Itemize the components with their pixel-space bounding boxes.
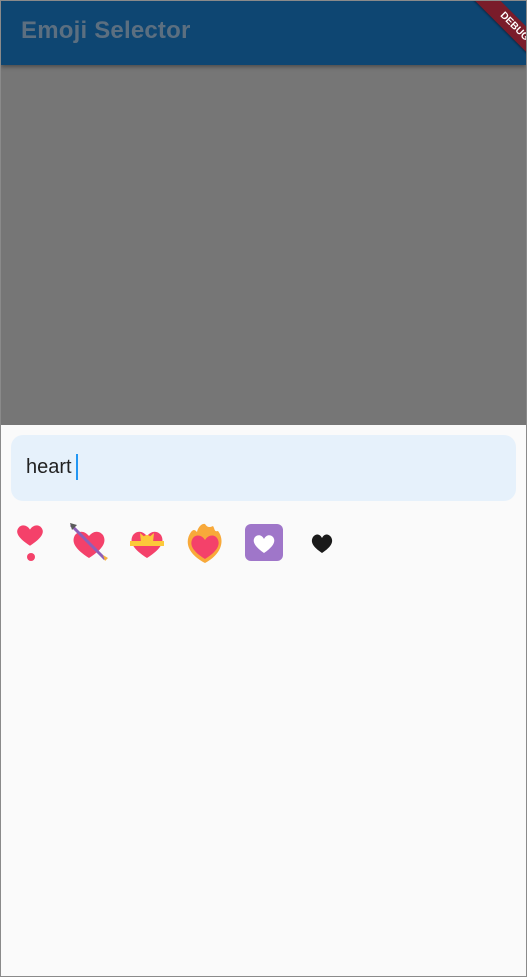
heart-with-ribbon-icon[interactable] bbox=[127, 522, 171, 566]
black-heart-icon[interactable] bbox=[301, 522, 345, 566]
app-title: Emoji Selector bbox=[21, 17, 191, 44]
debug-banner-container: DEBUG bbox=[456, 1, 526, 71]
app-frame: Emoji Selector DEBUG heart bbox=[0, 0, 527, 977]
text-cursor bbox=[76, 454, 78, 480]
heart-decoration-icon[interactable] bbox=[243, 522, 287, 566]
search-input[interactable]: heart bbox=[11, 435, 516, 501]
heart-on-fire-icon[interactable] bbox=[185, 522, 229, 566]
search-input-value: heart bbox=[26, 456, 72, 478]
emoji-bottom-sheet: heart bbox=[1, 425, 526, 976]
modal-scrim[interactable] bbox=[1, 65, 526, 425]
heart-with-arrow-icon[interactable] bbox=[69, 522, 113, 566]
debug-banner: DEBUG bbox=[468, 1, 526, 71]
app-bar: Emoji Selector bbox=[1, 1, 526, 65]
heavy-heart-exclamation-icon[interactable] bbox=[11, 522, 55, 566]
